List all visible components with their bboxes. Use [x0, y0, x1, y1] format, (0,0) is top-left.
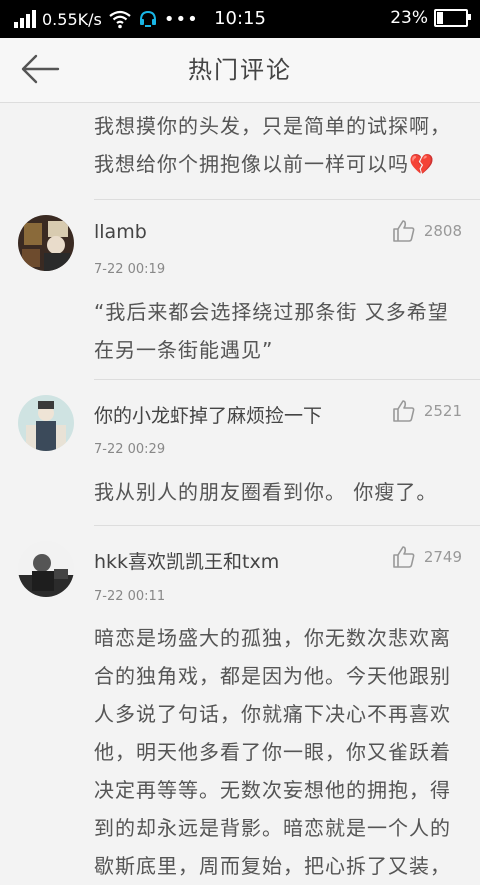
- status-bar: 0.55K/s ••• 10:15 23%: [0, 0, 480, 38]
- divider: [94, 199, 480, 200]
- divider: [94, 525, 480, 526]
- comment-list[interactable]: 我想摸你的头发，只是简单的试探啊，我想给你个拥抱像以前一样可以吗💔 llamb …: [0, 103, 480, 878]
- comment-text: “我后来都会选择绕过那条街 又多希望在另一条街能遇见”: [94, 300, 449, 362]
- avatar[interactable]: [18, 395, 74, 451]
- partial-comment-text: 我想摸你的头发，只是简单的试探啊，我想给你个拥抱像以前一样可以吗💔: [94, 114, 451, 176]
- like-button[interactable]: 2808: [392, 219, 462, 243]
- page-title: 热门评论: [188, 56, 292, 84]
- comment-time: 7-22 00:29: [94, 442, 166, 457]
- battery-icon: [434, 9, 471, 27]
- comment-author[interactable]: hkk喜欢凯凯王和txm: [94, 547, 279, 574]
- comment-author[interactable]: 你的小龙虾掉了麻烦捡一下: [94, 401, 322, 428]
- like-count: 2749: [423, 548, 462, 566]
- comment-author[interactable]: llamb: [94, 221, 147, 243]
- thumbs-up-icon: [393, 220, 415, 242]
- thumbs-up-icon: [393, 400, 415, 422]
- comment-time: 7-22 00:19: [94, 262, 166, 277]
- like-count: 2808: [423, 222, 462, 240]
- battery-percent: 23%: [390, 8, 428, 28]
- avatar[interactable]: [18, 215, 74, 271]
- comment-text: 暗恋是场盛大的孤独，你无数次悲欢离合的独角戏，都是因为他。今天他跟别人多说了句话…: [94, 626, 451, 878]
- top-bar: 热门评论: [0, 38, 480, 103]
- like-button[interactable]: 2521: [392, 399, 462, 423]
- like-button[interactable]: 2749: [392, 545, 462, 569]
- comment-time: 7-22 00:11: [94, 589, 166, 604]
- thumbs-up-icon: [393, 546, 415, 568]
- avatar[interactable]: [18, 541, 74, 597]
- divider: [94, 379, 480, 380]
- like-count: 2521: [423, 402, 462, 420]
- comment-text: 我从别人的朋友圈看到你。 你瘦了。: [94, 480, 438, 504]
